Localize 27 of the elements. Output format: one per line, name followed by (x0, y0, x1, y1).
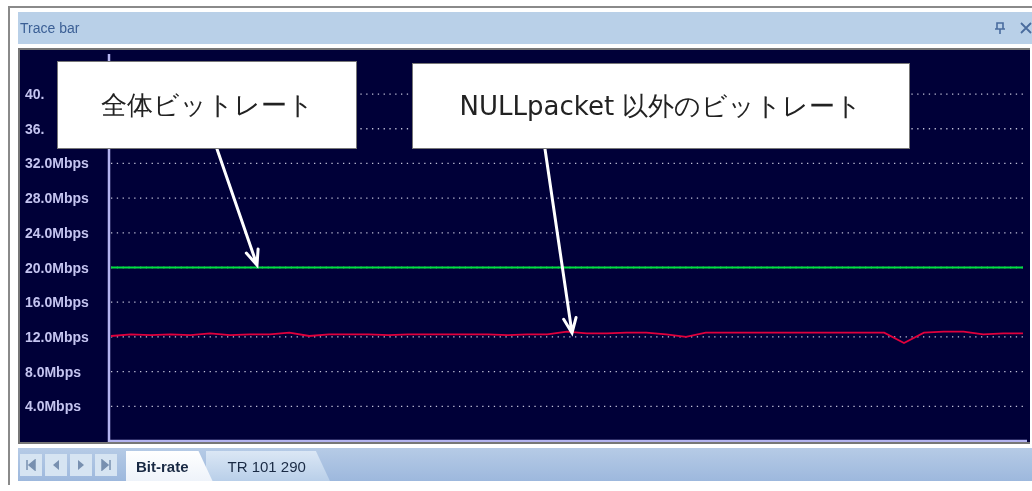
y-axis-label: 20.0Mbps (25, 259, 89, 276)
previous-page-button[interactable] (45, 453, 67, 476)
pin-icon (995, 22, 1005, 34)
y-axis-label: 36. (25, 120, 45, 137)
callout-text: NULLpacket 以外のビットレート (412, 63, 910, 149)
y-axis-label: 4.0Mbps (25, 398, 81, 415)
last-page-icon (101, 458, 111, 471)
first-page-button[interactable] (20, 453, 42, 476)
close-button[interactable] (1018, 20, 1032, 36)
last-page-button[interactable] (95, 453, 117, 476)
next-page-icon (76, 458, 86, 471)
y-axis-label: 12.0Mbps (25, 328, 89, 345)
first-page-icon (26, 458, 36, 471)
close-icon (1020, 22, 1032, 34)
y-axis-label: 8.0Mbps (25, 363, 81, 380)
previous-page-icon (51, 458, 61, 471)
tab[interactable]: TR 101 290 (205, 451, 330, 481)
y-axis-label: 32.0Mbps (25, 155, 89, 172)
callout-text: 全体ビットレート (57, 61, 357, 149)
y-axis-label: 28.0Mbps (25, 190, 89, 207)
tab[interactable]: Bit-rate (126, 451, 213, 481)
y-axis-label: 16.0Mbps (25, 294, 89, 311)
pin-button[interactable] (992, 20, 1008, 36)
next-page-button[interactable] (70, 453, 92, 476)
y-axis-label: 40. (25, 86, 45, 103)
panel-title: Trace bar (20, 20, 81, 36)
y-axis-label: 24.0Mbps (25, 224, 89, 241)
